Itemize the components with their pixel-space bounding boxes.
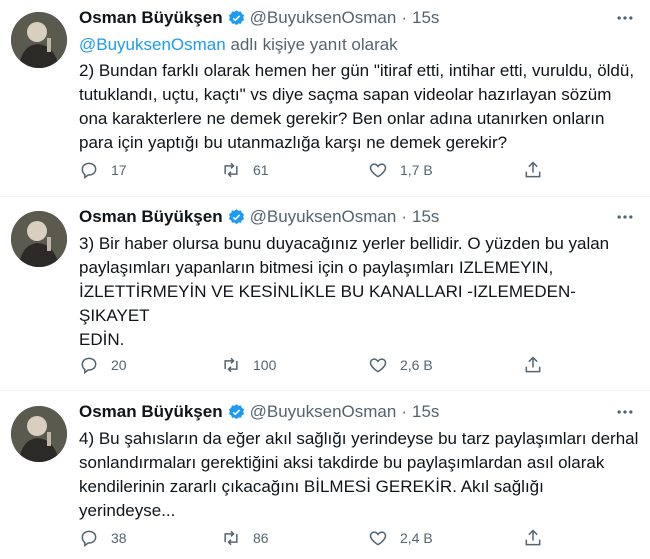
- retweet-count: 100: [253, 357, 277, 373]
- share-icon: [525, 356, 541, 373]
- reply-count: 17: [111, 162, 127, 178]
- avatar[interactable]: [11, 406, 67, 462]
- like-button[interactable]: 1,7 B: [368, 158, 433, 182]
- author-name[interactable]: Osman Büyükşen: [79, 402, 223, 422]
- share-button[interactable]: [523, 353, 543, 377]
- reply-button[interactable]: 38: [79, 526, 127, 550]
- timestamp[interactable]: 15s: [412, 8, 439, 28]
- share-icon: [525, 161, 541, 178]
- action-bar: 38 86 2,4 B: [79, 526, 549, 550]
- share-button[interactable]: [523, 526, 543, 550]
- like-count: 1,7 B: [400, 162, 433, 178]
- reply-icon: [81, 530, 97, 547]
- reply-count: 20: [111, 357, 127, 373]
- reply-button[interactable]: 20: [79, 353, 127, 377]
- reply-button[interactable]: 17: [79, 158, 127, 182]
- separator-dot: ·: [401, 402, 407, 421]
- like-icon: [369, 163, 387, 178]
- author-name[interactable]: Osman Büyükşen: [79, 8, 223, 28]
- tweet[interactable]: Osman Büyükşen @BuyuksenOsman · 15s @Buy…: [0, 6, 650, 196]
- author-handle[interactable]: @BuyuksenOsman: [250, 402, 397, 422]
- reply-context-text: adlı kişiye yanıt olarak: [225, 35, 398, 54]
- like-count: 2,4 B: [400, 530, 433, 546]
- reply-context: @BuyuksenOsman adlı kişiye yanıt olarak: [79, 35, 398, 55]
- retweet-button[interactable]: 100: [221, 353, 276, 377]
- avatar[interactable]: [11, 211, 67, 267]
- author-name[interactable]: Osman Büyükşen: [79, 207, 223, 227]
- tweet[interactable]: Osman Büyükşen @BuyuksenOsman · 15s 3) B…: [0, 205, 650, 389]
- action-bar: 20 100 2,6 B: [79, 353, 549, 377]
- action-bar: 17 61 1,7 B: [79, 158, 549, 182]
- timestamp[interactable]: 15s: [412, 207, 439, 227]
- retweet-button[interactable]: 61: [221, 158, 269, 182]
- tweet-divider: [0, 390, 650, 391]
- reply-count: 38: [111, 530, 127, 546]
- retweet-icon: [224, 530, 238, 546]
- reply-icon: [81, 357, 97, 374]
- like-icon: [369, 358, 387, 373]
- more-dots-icon[interactable]: [612, 205, 638, 229]
- more-dots-icon[interactable]: [612, 6, 638, 30]
- like-count: 2,6 B: [400, 357, 433, 373]
- separator-dot: ·: [401, 8, 407, 27]
- retweet-icon: [224, 162, 238, 178]
- retweet-icon: [224, 357, 238, 373]
- share-button[interactable]: [523, 158, 543, 182]
- verified-badge-icon: [227, 208, 246, 227]
- like-icon: [369, 531, 387, 546]
- tweet-text: 2) Bundan farklı olarak hemen her gün "i…: [79, 61, 635, 152]
- like-button[interactable]: 2,6 B: [368, 353, 433, 377]
- like-button[interactable]: 2,4 B: [368, 526, 433, 550]
- tweet-text: 3) Bir haber olursa bunu duyacağınız yer…: [79, 234, 610, 349]
- timestamp[interactable]: 15s: [412, 402, 439, 422]
- retweet-count: 61: [253, 162, 269, 178]
- verified-badge-icon: [227, 9, 246, 28]
- share-icon: [525, 529, 541, 546]
- author-handle[interactable]: @BuyuksenOsman: [250, 8, 397, 28]
- more-dots-icon[interactable]: [612, 400, 638, 424]
- retweet-count: 86: [253, 530, 269, 546]
- verified-badge-icon: [227, 403, 246, 422]
- separator-dot: ·: [401, 207, 407, 226]
- reply-icon: [81, 162, 97, 179]
- tweet-text: 4) Bu şahısların da eğer akıl sağlığı ye…: [79, 429, 639, 520]
- tweet[interactable]: Osman Büyükşen @BuyuksenOsman · 15s 4) B…: [0, 400, 650, 559]
- retweet-button[interactable]: 86: [221, 526, 269, 550]
- author-handle[interactable]: @BuyuksenOsman: [250, 207, 397, 227]
- tweet-divider: [0, 196, 650, 197]
- avatar[interactable]: [11, 12, 67, 68]
- reply-mention-link[interactable]: @BuyuksenOsman: [79, 35, 226, 54]
